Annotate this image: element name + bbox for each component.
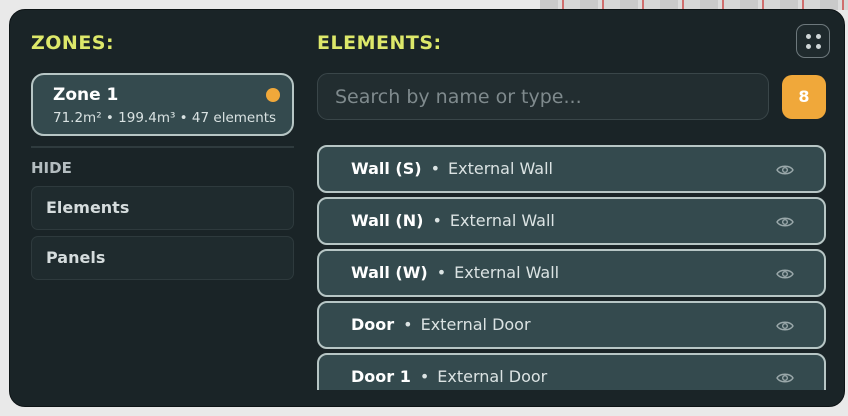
hide-panels-button[interactable]: Panels xyxy=(31,236,294,280)
list-item-label: Wall (W) • External Wall xyxy=(351,263,559,283)
grid-dot xyxy=(816,34,821,39)
element-name: Door 1 xyxy=(351,367,411,386)
hide-elements-button[interactable]: Elements xyxy=(31,186,294,230)
grid-dot xyxy=(816,44,821,49)
search-input[interactable] xyxy=(317,73,769,120)
list-item[interactable]: Door • External Door xyxy=(317,301,826,349)
eye-icon[interactable] xyxy=(776,319,794,333)
list-item-label: Wall (S) • External Wall xyxy=(351,159,553,179)
list-item[interactable]: Door 1 • External Door xyxy=(317,353,826,390)
separator: • xyxy=(403,315,413,334)
element-name: Wall (N) xyxy=(351,211,424,230)
element-type: External Wall xyxy=(454,263,560,282)
zone-name: Zone 1 xyxy=(53,85,119,105)
list-item-label: Wall (N) • External Wall xyxy=(351,211,555,231)
element-name: Door xyxy=(351,315,395,334)
eye-icon[interactable] xyxy=(776,267,794,281)
zone-status-dot xyxy=(266,88,280,102)
zone-card[interactable]: Zone 1 71.2m² • 199.4m³ • 47 elements xyxy=(31,73,294,136)
eye-icon[interactable] xyxy=(776,215,794,229)
zones-elements-panel: ZONES: ELEMENTS: Zone 1 71.2m² • 199.4m³… xyxy=(9,9,845,407)
element-type: External Door xyxy=(420,315,531,334)
separator: • xyxy=(436,263,447,282)
list-item[interactable]: Wall (N) • External Wall xyxy=(317,197,826,245)
element-list[interactable]: Wall (S) • External Wall Wall (N) • External… xyxy=(317,145,827,390)
separator: • xyxy=(432,211,442,230)
element-name: Wall (S) xyxy=(351,159,422,178)
hide-label: HIDE xyxy=(31,159,72,177)
divider xyxy=(31,146,294,148)
separator: • xyxy=(419,367,430,386)
separator: • xyxy=(430,159,440,178)
grid-menu-button[interactable] xyxy=(796,24,830,58)
list-item-label: Door 1 • External Door xyxy=(351,367,547,387)
element-name: Wall (W) xyxy=(351,263,428,282)
eye-icon[interactable] xyxy=(776,163,794,177)
element-type: External Door xyxy=(437,367,548,386)
element-type: External Wall xyxy=(449,211,555,230)
element-type: External Wall xyxy=(448,159,553,178)
element-count-badge: 8 xyxy=(782,75,826,119)
zones-heading: ZONES: xyxy=(31,32,115,54)
grid-dot xyxy=(806,44,811,49)
list-item[interactable]: Wall (W) • External Wall xyxy=(317,249,826,297)
list-item-label: Door • External Door xyxy=(351,315,531,335)
eye-icon[interactable] xyxy=(776,371,794,385)
list-item[interactable]: Wall (S) • External Wall xyxy=(317,145,826,193)
elements-heading: ELEMENTS: xyxy=(317,32,442,54)
zone-meta: 71.2m² • 199.4m³ • 47 elements xyxy=(53,110,277,126)
grid-dots-icon xyxy=(806,34,811,39)
